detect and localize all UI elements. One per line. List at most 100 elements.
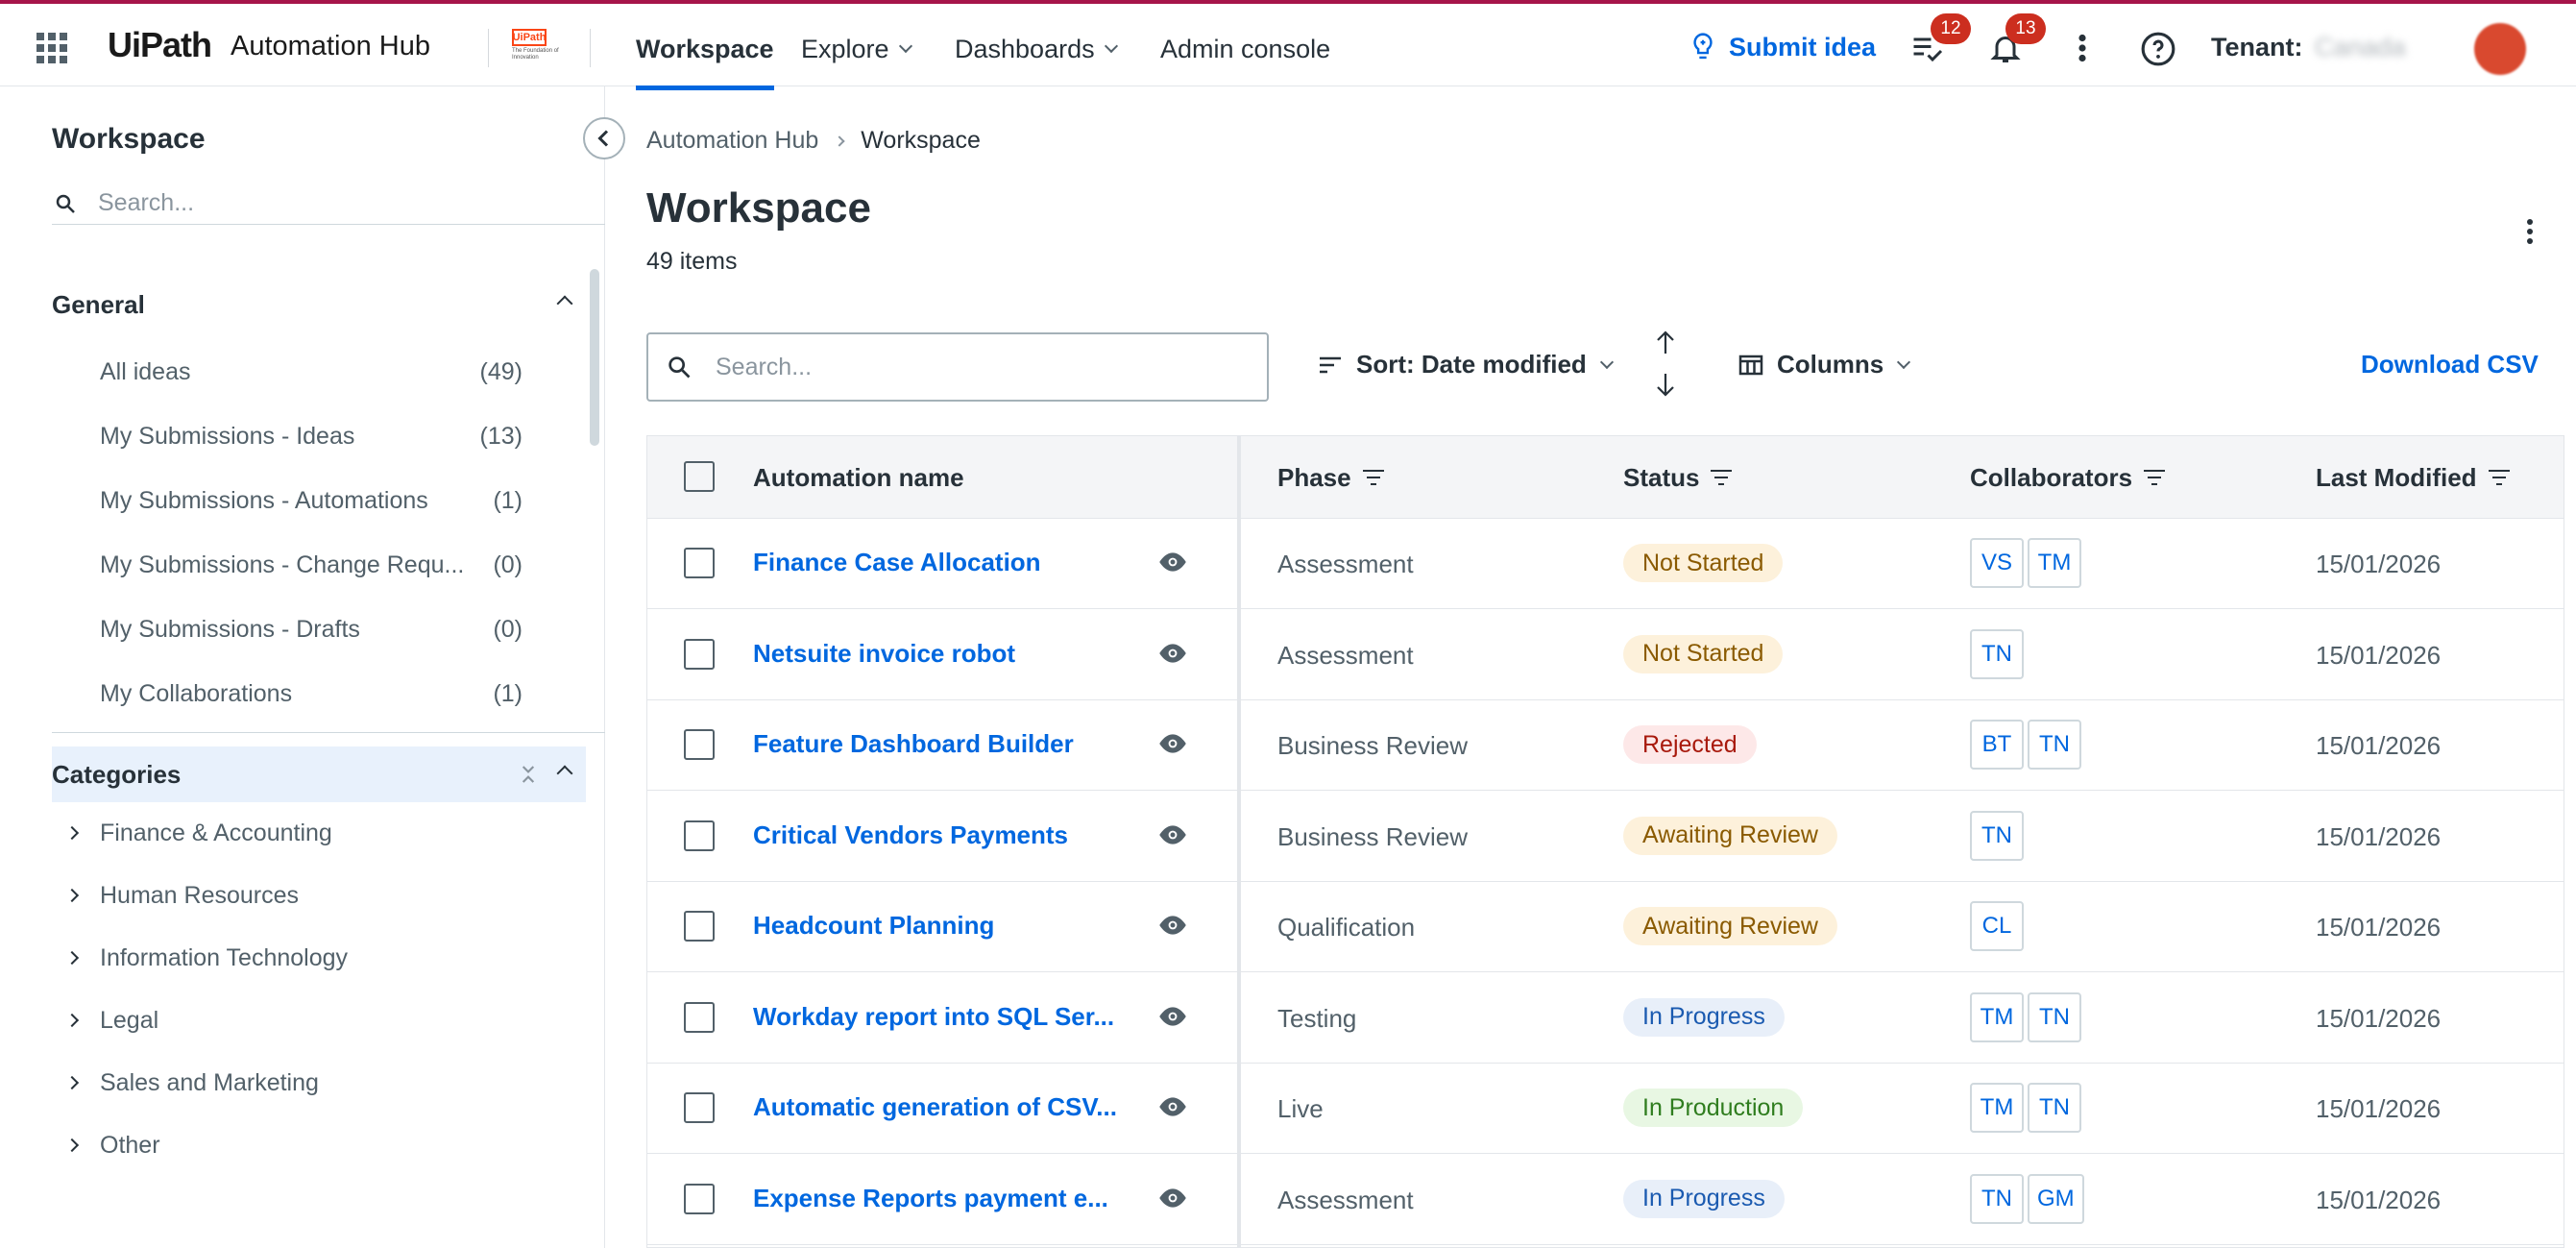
columns-button[interactable]: Columns: [1738, 350, 1911, 379]
column-header-last-modified[interactable]: Last Modified: [2316, 436, 2510, 519]
column-header-phase[interactable]: Phase: [1277, 436, 1384, 519]
category-human-resources[interactable]: Human Resources: [64, 871, 299, 919]
table-row[interactable]: Netsuite invoice robot Assessment Not Star…: [647, 610, 2564, 700]
sidebar-item-my-submissions-drafts[interactable]: My Submissions - Drafts (0): [100, 605, 522, 653]
table-row[interactable]: Headcount Planning Qualification Awaiting …: [647, 882, 2564, 972]
nav-dashboards[interactable]: Dashboards: [955, 8, 1118, 90]
help-icon[interactable]: [2140, 31, 2175, 66]
table-row[interactable]: Expense Reports payment e... Assessment In…: [647, 1155, 2564, 1245]
row-checkbox[interactable]: [684, 638, 715, 670]
sidebar-item-my-collaborations[interactable]: My Collaborations (1): [100, 670, 522, 718]
sort-direction-toggle[interactable]: [1654, 329, 1681, 405]
sidebar-item-my-submissions-automations[interactable]: My Submissions - Automations (1): [100, 477, 522, 525]
sidebar-scrollbar[interactable]: [590, 269, 599, 446]
table-row[interactable]: Finance Case Allocation Assessment Not Sta…: [647, 519, 2564, 609]
collaborator-chip[interactable]: TN: [2028, 720, 2081, 770]
automation-name-link[interactable]: Expense Reports payment e...: [753, 1184, 1108, 1213]
breadcrumb-root-link[interactable]: Automation Hub: [646, 127, 818, 155]
sidebar-item-my-submissions-ideas[interactable]: My Submissions - Ideas (13): [100, 412, 522, 460]
automation-name-link[interactable]: Finance Case Allocation: [753, 548, 1041, 577]
eye-icon[interactable]: [1156, 1006, 1189, 1027]
filter-icon[interactable]: [1711, 469, 1733, 486]
automation-name-link[interactable]: Automatic generation of CSV...: [753, 1092, 1117, 1122]
nav-workspace[interactable]: Workspace: [636, 8, 774, 90]
table-search-input[interactable]: [716, 353, 1234, 381]
table-row[interactable]: Critical Vendors Payments Business Review…: [647, 792, 2564, 882]
eye-icon[interactable]: [1156, 1187, 1189, 1209]
category-legal[interactable]: Legal: [64, 996, 158, 1044]
category-other[interactable]: Other: [64, 1121, 160, 1169]
filter-icon[interactable]: [2488, 469, 2510, 486]
row-checkbox[interactable]: [684, 1183, 715, 1214]
row-checkbox[interactable]: [684, 548, 715, 578]
arrow-down-icon[interactable]: [1654, 372, 1677, 399]
chevron-right-icon: [834, 135, 845, 147]
category-finance-accounting[interactable]: Finance & Accounting: [64, 809, 332, 857]
collaborator-chip[interactable]: TM: [1970, 1083, 2024, 1133]
collaborator-chip[interactable]: TN: [1970, 1173, 2024, 1224]
uipath-logo[interactable]: UiPath: [108, 25, 212, 65]
arrow-up-icon[interactable]: [1654, 329, 1677, 355]
status-badge: Awaiting Review: [1623, 816, 1837, 855]
collaborator-chip[interactable]: GM: [2028, 1173, 2084, 1224]
section-general-header[interactable]: General: [52, 277, 586, 332]
category-information-technology[interactable]: Information Technology: [64, 934, 348, 982]
collapse-all-icon[interactable]: [521, 764, 536, 785]
filter-icon[interactable]: [1362, 469, 1384, 486]
row-checkbox[interactable]: [684, 1001, 715, 1033]
row-checkbox[interactable]: [684, 729, 715, 760]
collaborator-chip[interactable]: TN: [1970, 628, 2024, 679]
row-checkbox[interactable]: [684, 1092, 715, 1123]
frozen-column-divider: [1237, 436, 1241, 1247]
table-row[interactable]: Automatic generation of CSV... Live In Pro…: [647, 1064, 2564, 1154]
collaborator-chip[interactable]: CL: [1970, 901, 2024, 951]
download-csv-link[interactable]: Download CSV: [2361, 350, 2539, 379]
column-header-automation-name[interactable]: Automation name: [753, 436, 964, 519]
table-row[interactable]: Workday report into SQL Ser... Testing In …: [647, 973, 2564, 1064]
filter-icon[interactable]: [2144, 469, 2166, 486]
submit-idea-button[interactable]: Submit idea: [1689, 31, 1876, 63]
tenant-selector[interactable]: Canada: [2315, 33, 2406, 62]
sidebar-search-input[interactable]: [98, 189, 578, 217]
eye-icon[interactable]: [1156, 551, 1189, 573]
eye-icon[interactable]: [1156, 643, 1189, 664]
automation-name-link[interactable]: Critical Vendors Payments: [753, 820, 1068, 850]
collaborator-chip[interactable]: VS: [1970, 538, 2024, 588]
collaborator-chip[interactable]: TN: [2028, 991, 2081, 1042]
collaborator-chip[interactable]: TM: [1970, 991, 2024, 1042]
more-vertical-icon[interactable]: [2073, 31, 2092, 65]
section-categories-header[interactable]: Categories: [52, 746, 586, 802]
chevron-right-icon: [64, 825, 80, 841]
breadcrumb-current: Workspace: [861, 127, 981, 154]
automation-name-link[interactable]: Netsuite invoice robot: [753, 639, 1015, 669]
chevron-right-icon: [64, 1138, 80, 1153]
more-vertical-icon[interactable]: [2527, 219, 2535, 248]
eye-icon[interactable]: [1156, 915, 1189, 936]
sidebar-item-all-ideas[interactable]: All ideas (49): [100, 348, 522, 396]
status-badge: In Progress: [1623, 1179, 1785, 1218]
eye-icon[interactable]: [1156, 1096, 1189, 1117]
eye-icon[interactable]: [1156, 824, 1189, 845]
select-all-checkbox[interactable]: [684, 461, 715, 492]
row-checkbox[interactable]: [684, 820, 715, 851]
automation-name-link[interactable]: Headcount Planning: [753, 911, 994, 941]
collaborator-chip[interactable]: BT: [1970, 720, 2024, 770]
collapse-sidebar-button[interactable]: [583, 117, 625, 159]
collaborator-chip[interactable]: TN: [2028, 1083, 2081, 1133]
category-sales-marketing[interactable]: Sales and Marketing: [64, 1059, 319, 1107]
automation-name-link[interactable]: Workday report into SQL Ser...: [753, 1002, 1114, 1032]
sort-button[interactable]: Sort: Date modified: [1318, 350, 1614, 379]
column-header-collaborators[interactable]: Collaborators: [1970, 436, 2166, 519]
app-launcher-icon[interactable]: [36, 33, 67, 63]
eye-icon[interactable]: [1156, 733, 1189, 754]
table-row[interactable]: Feature Dashboard Builder Business Review…: [647, 700, 2564, 791]
column-header-status[interactable]: Status: [1623, 436, 1733, 519]
collaborator-chip[interactable]: TN: [1970, 810, 2024, 861]
user-avatar[interactable]: [2474, 23, 2526, 75]
nav-explore[interactable]: Explore: [801, 8, 912, 90]
collaborator-chip[interactable]: TM: [2028, 538, 2081, 588]
row-checkbox[interactable]: [684, 911, 715, 942]
sidebar-item-my-submissions-change-requests[interactable]: My Submissions - Change Requ... (0): [100, 541, 522, 589]
automation-name-link[interactable]: Feature Dashboard Builder: [753, 729, 1074, 759]
nav-admin-console[interactable]: Admin console: [1160, 8, 1330, 90]
